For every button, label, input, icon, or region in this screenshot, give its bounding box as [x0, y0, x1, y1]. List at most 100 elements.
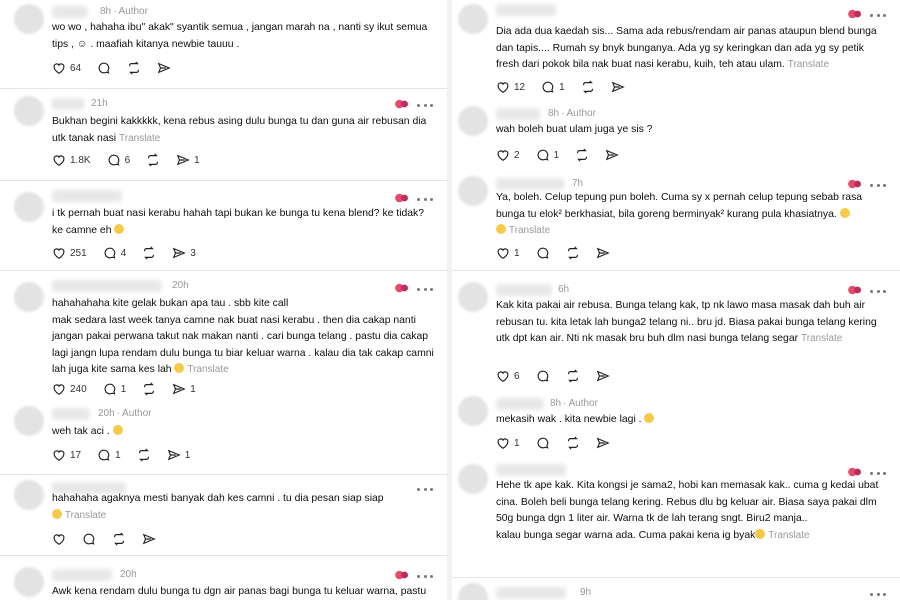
like-button[interactable]: 240 — [52, 382, 87, 396]
username[interactable] — [496, 4, 556, 16]
share-button[interactable]: 3 — [172, 246, 196, 260]
avatar[interactable] — [14, 567, 44, 597]
reply-button[interactable]: 1 — [536, 148, 559, 162]
avatar[interactable] — [458, 583, 488, 600]
avatar[interactable] — [14, 282, 44, 312]
repost-button[interactable] — [575, 148, 589, 162]
reply-button[interactable] — [536, 369, 550, 383]
avatar[interactable] — [458, 106, 488, 136]
share-button[interactable] — [596, 246, 610, 260]
username[interactable] — [52, 280, 162, 292]
more-options-icon[interactable] — [870, 180, 886, 190]
username[interactable] — [496, 284, 552, 296]
username[interactable] — [496, 398, 544, 410]
reply-button[interactable] — [536, 436, 550, 450]
laughing-emoji-icon — [114, 223, 125, 234]
avatar[interactable] — [14, 4, 44, 34]
more-options-icon[interactable] — [870, 589, 886, 599]
post-actions: 12 1 — [496, 80, 641, 94]
like-button[interactable]: 17 — [52, 448, 81, 462]
translate-link[interactable]: Translate — [119, 133, 160, 144]
username[interactable] — [52, 408, 90, 420]
avatar[interactable] — [458, 282, 488, 312]
avatar[interactable] — [14, 96, 44, 126]
more-options-icon[interactable] — [417, 100, 433, 110]
smile-emoji-icon — [644, 413, 655, 423]
translate-link[interactable]: Translate — [187, 364, 228, 375]
more-options-icon[interactable] — [870, 286, 886, 296]
share-button[interactable]: 1 — [172, 382, 196, 396]
avatar[interactable] — [458, 464, 488, 494]
share-button[interactable] — [142, 532, 156, 546]
username[interactable] — [52, 98, 84, 110]
like-button[interactable]: 2 — [496, 148, 520, 162]
reply-button[interactable] — [82, 532, 96, 546]
post-text: mekasih wak . kita newbie lagi . — [496, 412, 888, 429]
repost-button[interactable] — [566, 436, 580, 450]
reply-button[interactable]: 1 — [541, 80, 565, 94]
like-button[interactable]: 6 — [496, 369, 520, 383]
more-options-icon[interactable] — [870, 468, 886, 478]
like-button[interactable]: 1.8K — [52, 153, 91, 167]
comment-icon — [537, 149, 548, 161]
username[interactable] — [52, 190, 122, 202]
translate-link[interactable]: Translate — [65, 510, 106, 521]
avatar[interactable] — [458, 396, 488, 426]
translate-link[interactable]: Translate — [788, 59, 829, 70]
reply-button[interactable]: 1 — [103, 382, 126, 396]
more-options-icon[interactable] — [417, 284, 433, 294]
share-button[interactable]: 1 — [176, 153, 200, 167]
avatar[interactable] — [14, 192, 44, 222]
repost-button[interactable] — [566, 246, 580, 260]
avatar[interactable] — [14, 480, 44, 510]
like-button[interactable]: 12 — [496, 80, 525, 94]
post-text: Bukhan begini kakkkkk, kena rebus asing … — [52, 116, 427, 144]
like-button[interactable]: 64 — [52, 61, 81, 75]
repost-button[interactable] — [146, 153, 160, 167]
post-actions: 1 — [496, 436, 626, 450]
share-button[interactable] — [596, 436, 610, 450]
reply-button[interactable] — [97, 61, 111, 75]
avatar[interactable] — [14, 406, 44, 436]
like-button[interactable] — [52, 532, 66, 546]
like-button[interactable]: 1 — [496, 436, 520, 450]
send-icon — [167, 449, 181, 461]
post-text: hahahaha agaknya mesti banyak dah kes ca… — [52, 493, 384, 521]
heart-icon — [53, 384, 65, 395]
username[interactable] — [496, 108, 540, 120]
repost-button[interactable] — [581, 80, 595, 94]
username[interactable] — [52, 6, 88, 18]
translate-link[interactable]: Translate — [801, 333, 842, 344]
like-button[interactable]: 251 — [52, 246, 87, 260]
username[interactable] — [496, 178, 564, 190]
comment-icon — [537, 247, 548, 259]
more-options-icon[interactable] — [870, 10, 886, 20]
share-button[interactable] — [596, 369, 610, 383]
repost-button[interactable] — [112, 532, 126, 546]
share-button[interactable]: 1 — [167, 448, 190, 462]
avatar[interactable] — [458, 176, 488, 206]
username[interactable] — [496, 587, 566, 599]
repost-icon — [577, 148, 588, 162]
avatar[interactable] — [458, 4, 488, 34]
like-button[interactable]: 1 — [496, 246, 520, 260]
heart-icon — [497, 150, 509, 161]
more-options-icon[interactable] — [417, 194, 433, 204]
repost-button[interactable] — [566, 369, 580, 383]
username[interactable] — [52, 569, 112, 581]
more-options-icon[interactable] — [417, 571, 433, 581]
translate-link[interactable]: Translate — [768, 530, 809, 541]
share-button[interactable] — [605, 148, 619, 162]
share-button[interactable] — [157, 61, 171, 75]
repost-button[interactable] — [127, 61, 141, 75]
reply-button[interactable]: 4 — [103, 246, 126, 260]
reply-button[interactable] — [536, 246, 550, 260]
username[interactable] — [496, 464, 566, 476]
reply-button[interactable]: 6 — [107, 153, 130, 167]
reply-button[interactable]: 1 — [97, 448, 121, 462]
translate-link[interactable]: Translate — [509, 225, 550, 236]
share-button[interactable] — [611, 80, 625, 94]
repost-button[interactable] — [137, 448, 151, 462]
repost-button[interactable] — [142, 382, 156, 396]
repost-button[interactable] — [142, 246, 156, 260]
